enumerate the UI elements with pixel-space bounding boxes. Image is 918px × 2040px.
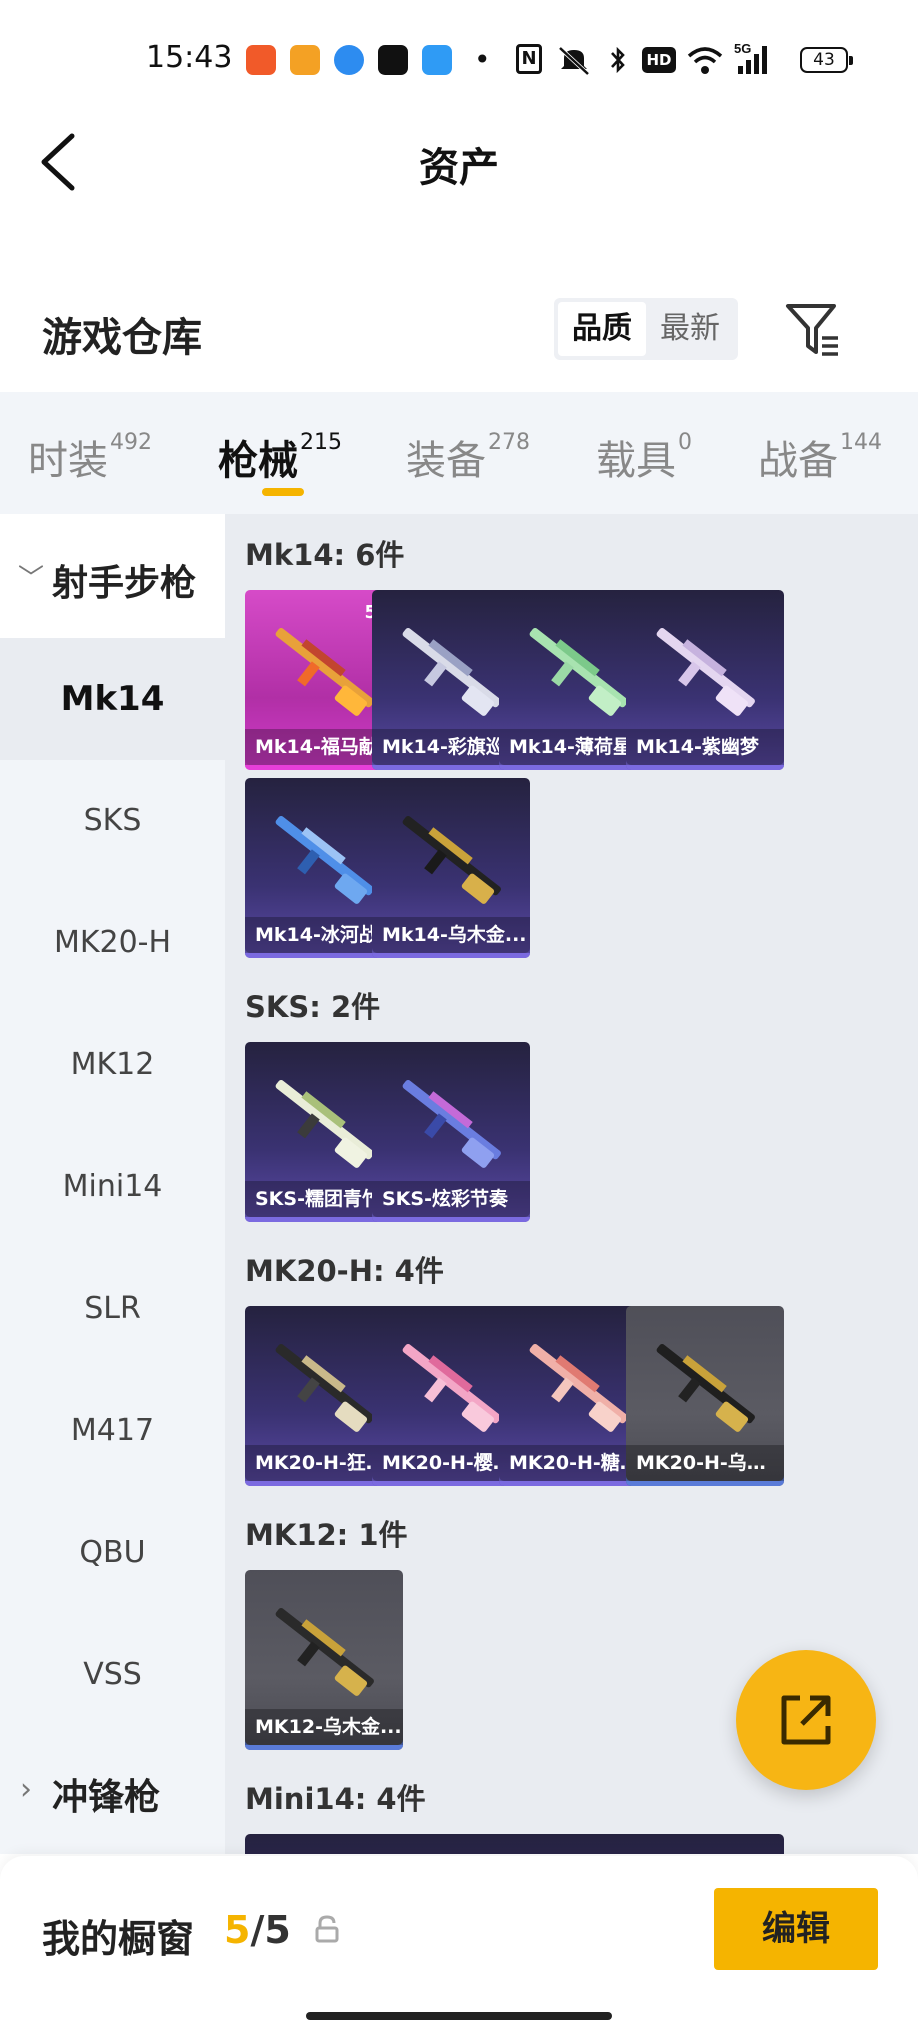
weapon-name: SKS-炫彩节奏 xyxy=(372,1181,530,1217)
rifle-icon xyxy=(275,1079,374,1168)
5g-signal-icon: 5G xyxy=(734,41,767,74)
sidebar-group-smg[interactable]: › 冲锋枪 xyxy=(0,1736,225,1846)
showcase-label: 我的橱窗 xyxy=(42,1917,195,1961)
sort-newest-button[interactable]: 最新 xyxy=(646,302,734,356)
app-notification-icon xyxy=(290,45,320,75)
rifle-icon xyxy=(402,1343,501,1432)
hd-icon: HD xyxy=(642,47,676,73)
sidebar-group-label: 冲锋枪 xyxy=(52,1777,161,1818)
sidebar-item-m417[interactable]: M417 xyxy=(0,1370,225,1492)
rifle-icon xyxy=(402,627,501,716)
tab-count: 0 xyxy=(678,430,692,455)
sidebar-item-mk14[interactable]: Mk14 xyxy=(0,638,225,760)
sidebar-item-vss[interactable]: VSS xyxy=(0,1614,225,1736)
rifle-icon xyxy=(656,627,755,716)
sidebar-item-slr[interactable]: SLR xyxy=(0,1248,225,1370)
tab-label: 枪械 xyxy=(218,438,298,484)
filter-icon[interactable] xyxy=(782,300,842,360)
weapon-name: MK12-乌木金... xyxy=(245,1709,403,1745)
app-notification-icon xyxy=(334,45,364,75)
chevron-down-icon: ﹀ xyxy=(18,564,45,594)
rifle-icon xyxy=(402,1079,501,1168)
app-notification-icon xyxy=(422,45,452,75)
share-icon xyxy=(781,1695,831,1745)
weapon-card[interactable] xyxy=(626,1834,784,1854)
sort-toggle: 品质 最新 xyxy=(554,298,738,360)
edit-button[interactable]: 编辑 xyxy=(714,1888,878,1970)
sidebar-item-sks[interactable]: SKS xyxy=(0,760,225,882)
tab-vehicles[interactable]: 载具0 xyxy=(596,428,692,486)
sidebar-group-marksman[interactable]: ﹀ 射手步枪 xyxy=(0,514,225,638)
tiktok-icon xyxy=(378,45,408,75)
svg-text:5G: 5G xyxy=(734,41,751,56)
group-title: SKS: 2件 xyxy=(245,990,381,1024)
tab-count: 492 xyxy=(110,430,152,455)
share-button[interactable] xyxy=(736,1650,876,1790)
weapon-name: Mk14-乌木金... xyxy=(372,917,530,953)
tab-count: 144 xyxy=(840,430,882,455)
showcase-total: 5 xyxy=(264,1908,291,1952)
tab-label: 载具 xyxy=(596,438,676,484)
rifle-icon xyxy=(275,627,374,716)
weapon-name: MK20-H-乌木... xyxy=(626,1445,784,1481)
tab-supplies[interactable]: 战备144 xyxy=(758,428,882,486)
rifle-icon xyxy=(529,1343,628,1432)
weapon-card[interactable]: MK20-H-乌木... xyxy=(626,1306,784,1486)
weapon-card[interactable]: Mk14-乌木金... xyxy=(372,778,530,958)
tab-count: 278 xyxy=(488,430,530,455)
tab-label: 装备 xyxy=(406,438,486,484)
sidebar-item-qbu[interactable]: QBU xyxy=(0,1492,225,1614)
category-tabs: 时装492 枪械215 装备278 载具0 战备144 xyxy=(0,392,918,514)
tab-fashion[interactable]: 时装492 xyxy=(28,428,152,486)
group-title: MK20-H: 4件 xyxy=(245,1254,444,1288)
weapon-name: Mk14-紫幽梦 xyxy=(626,729,784,765)
group-title: MK12: 1件 xyxy=(245,1518,408,1552)
section-title: 游戏仓库 xyxy=(42,315,202,361)
group-title: Mini14: 4件 xyxy=(245,1782,426,1816)
rifle-icon xyxy=(529,627,628,716)
tab-equipment[interactable]: 装备278 xyxy=(406,428,530,486)
home-indicator[interactable] xyxy=(306,2012,612,2020)
active-tab-indicator xyxy=(262,488,304,496)
rifle-icon xyxy=(275,815,374,904)
sort-quality-button[interactable]: 品质 xyxy=(558,302,646,356)
sidebar-item-mk20h[interactable]: MK20-H xyxy=(0,882,225,1004)
showcase-separator: / xyxy=(250,1908,265,1952)
lock-icon xyxy=(315,1915,339,1943)
status-bar: 15:43 • N HD 5G 43 xyxy=(0,0,918,120)
status-time: 15:43 xyxy=(146,40,233,75)
battery-indicator: 43 xyxy=(800,47,853,73)
page-title: 资产 xyxy=(419,145,499,191)
sidebar-group-label: 射手步枪 xyxy=(52,563,197,604)
mute-icon xyxy=(558,46,590,76)
app-notification-icon xyxy=(246,45,276,75)
chevron-right-icon: › xyxy=(20,1772,32,1807)
nfc-icon: N xyxy=(516,44,542,74)
tab-count: 215 xyxy=(300,430,342,455)
tab-label: 时装 xyxy=(28,438,108,484)
rifle-icon xyxy=(275,1343,374,1432)
weapon-type-sidebar: ﹀ 射手步枪 Mk14 SKS MK20-H MK12 Mini14 SLR M… xyxy=(0,514,225,1854)
rifle-icon xyxy=(656,1343,755,1432)
bluetooth-icon xyxy=(611,46,625,74)
sidebar-item-mini14[interactable]: Mini14 xyxy=(0,1126,225,1248)
weapon-card[interactable]: MK12-乌木金... xyxy=(245,1570,403,1750)
group-title: Mk14: 6件 xyxy=(245,538,405,572)
sidebar-item-mk12[interactable]: MK12 xyxy=(0,1004,225,1126)
showcase-count: 5/5 xyxy=(224,1908,291,1952)
rifle-icon xyxy=(402,815,501,904)
tab-label: 战备 xyxy=(758,438,838,484)
weapon-card[interactable]: SKS-炫彩节奏 xyxy=(372,1042,530,1222)
weapon-card[interactable]: Mk14-紫幽梦 xyxy=(626,590,784,770)
wifi-icon xyxy=(687,47,723,74)
showcase-current: 5 xyxy=(224,1908,251,1952)
rifle-icon xyxy=(275,1607,374,1696)
dot-icon: • xyxy=(474,43,491,76)
tab-firearms[interactable]: 枪械215 xyxy=(218,428,342,486)
